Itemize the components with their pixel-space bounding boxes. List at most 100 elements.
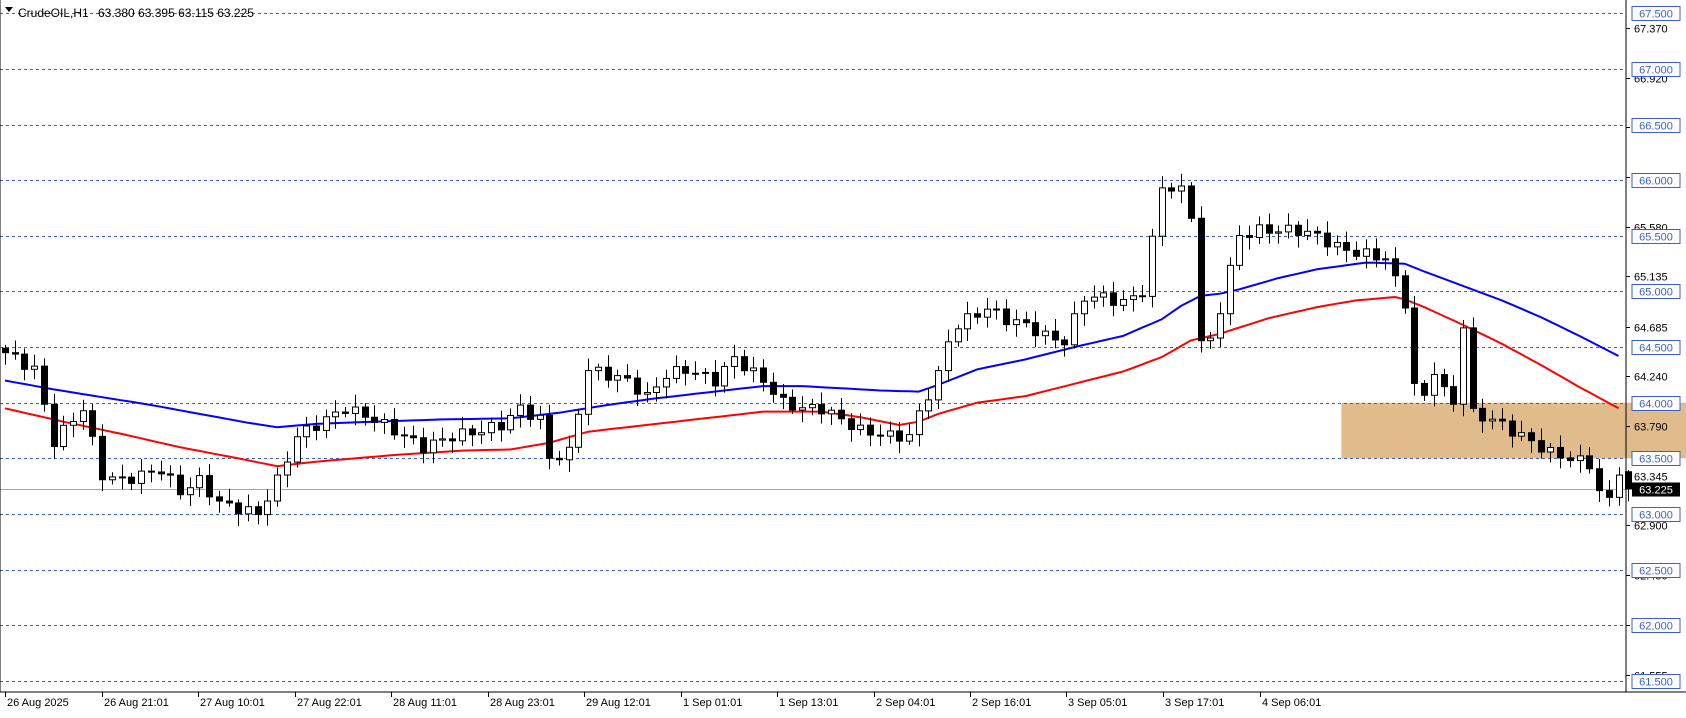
candle-body-up bbox=[1304, 230, 1311, 236]
candle-body-down bbox=[682, 366, 689, 374]
candle-body-up bbox=[644, 391, 651, 395]
level-label-text: 67.000 bbox=[1639, 65, 1673, 77]
level-label-text: 65.000 bbox=[1639, 287, 1673, 299]
candle-body-up bbox=[1382, 258, 1389, 261]
candle-body-up bbox=[1100, 292, 1107, 298]
time-tick-label: 28 Aug 23:01 bbox=[490, 697, 555, 709]
level-label-text: 62.500 bbox=[1639, 566, 1673, 578]
time-tick-label: 29 Aug 12:01 bbox=[586, 697, 651, 709]
candle-body-up bbox=[138, 470, 145, 484]
candle-body-down bbox=[342, 411, 349, 414]
price-chart[interactable]: 67.37066.92066.47566.03065.58065.13564.6… bbox=[0, 0, 1686, 713]
level-label: 66.500 bbox=[1631, 118, 1681, 133]
candle-body-down bbox=[371, 416, 378, 423]
ohlc-values: 63.380 63.395 63.115 63.225 bbox=[98, 6, 254, 20]
candle-body-up bbox=[537, 414, 544, 420]
chart-canvas[interactable]: 67.37066.92066.47566.03065.58065.13564.6… bbox=[0, 0, 1686, 713]
candle-body-up bbox=[1159, 187, 1166, 237]
chart-background bbox=[0, 0, 1686, 713]
candle-body-down bbox=[692, 372, 699, 375]
price-tick-label: 64.240 bbox=[1634, 372, 1668, 384]
candle-body-down bbox=[1441, 374, 1448, 388]
candle-body-up bbox=[984, 308, 991, 318]
candle-body-up bbox=[1120, 298, 1127, 306]
candle-body-down bbox=[1392, 258, 1399, 277]
candle-body-down bbox=[391, 419, 398, 436]
candle-body-up bbox=[702, 371, 709, 374]
candle-body-down bbox=[818, 404, 825, 415]
candle-body-down bbox=[974, 313, 981, 318]
candle-body-down bbox=[420, 437, 427, 454]
candle bbox=[1402, 270, 1409, 314]
candle-body-down bbox=[634, 377, 641, 395]
level-label: 65.000 bbox=[1631, 284, 1681, 299]
price-tick-label: 63.345 bbox=[1634, 472, 1668, 484]
level-label-text: 61.500 bbox=[1639, 677, 1673, 689]
candle-body-up bbox=[1071, 313, 1078, 346]
candle bbox=[1411, 295, 1418, 396]
candle-body-up bbox=[993, 308, 1000, 311]
level-label: 64.500 bbox=[1631, 340, 1681, 355]
candle-body-down bbox=[449, 438, 456, 442]
candle-body-down bbox=[1567, 457, 1574, 462]
candle-body-down bbox=[1450, 386, 1457, 405]
candle-body-up bbox=[245, 506, 252, 515]
candle-body-down bbox=[1509, 420, 1516, 437]
candle-body-down bbox=[410, 435, 417, 439]
candle-body-up bbox=[750, 367, 757, 372]
price-tick-label: 65.135 bbox=[1634, 272, 1668, 284]
level-label: 62.000 bbox=[1631, 618, 1681, 633]
candle-body-down bbox=[1411, 307, 1418, 384]
candle-body-down bbox=[712, 371, 719, 387]
candle-body-down bbox=[1528, 432, 1535, 442]
candle-body-up bbox=[439, 438, 446, 441]
price-tick-label: 67.370 bbox=[1634, 24, 1668, 36]
time-tick-label: 2 Sep 16:01 bbox=[972, 697, 1031, 709]
candle-body-up bbox=[1460, 327, 1467, 405]
candle-body-up bbox=[459, 428, 466, 442]
candle-body-down bbox=[1470, 327, 1477, 409]
candle-body-down bbox=[226, 500, 233, 504]
candle-body-up bbox=[955, 328, 962, 343]
candle-body-up bbox=[1256, 224, 1263, 238]
candle-body-down bbox=[235, 502, 242, 515]
candle-body-up bbox=[857, 424, 864, 431]
candle-body-down bbox=[1586, 455, 1593, 470]
price-tick-label: 62.900 bbox=[1634, 521, 1668, 533]
candle-body-up bbox=[488, 422, 495, 434]
candle-body-down bbox=[1266, 224, 1273, 234]
candle-body-up bbox=[323, 416, 330, 431]
candle-body-down bbox=[1314, 230, 1321, 234]
candle-body-down bbox=[1557, 446, 1564, 459]
level-label-text: 66.000 bbox=[1639, 176, 1673, 188]
candle-body-down bbox=[128, 476, 135, 484]
candle-body-up bbox=[1130, 295, 1137, 300]
symbol-label: CrudeOIL,H1 bbox=[18, 6, 89, 20]
candle-body-up bbox=[31, 365, 38, 370]
candle-body-up bbox=[731, 356, 738, 367]
candle-body-up bbox=[332, 411, 339, 418]
candle-body-up bbox=[478, 432, 485, 436]
candle-body-down bbox=[51, 403, 58, 448]
candle-body-up bbox=[1149, 235, 1156, 297]
candle-body-up bbox=[1616, 474, 1623, 498]
candle-body-down bbox=[469, 428, 476, 436]
candle-body-up bbox=[274, 474, 281, 502]
level-label-text: 63.000 bbox=[1639, 510, 1673, 522]
candle-body-down bbox=[741, 356, 748, 372]
candle-body-down bbox=[527, 404, 534, 420]
candle-body-up bbox=[595, 366, 602, 372]
level-label-text: 64.500 bbox=[1639, 343, 1673, 355]
candle-body-down bbox=[1188, 185, 1195, 219]
candle-body-up bbox=[1547, 446, 1554, 453]
level-label-text: 63.500 bbox=[1639, 454, 1673, 466]
candle-body-down bbox=[780, 393, 787, 398]
candle-body-down bbox=[1373, 248, 1380, 261]
candle-body-down bbox=[867, 424, 874, 436]
candle-body-down bbox=[119, 476, 126, 479]
candle-body-down bbox=[313, 425, 320, 431]
candle-body-down bbox=[167, 473, 174, 476]
candle-body-up bbox=[945, 341, 952, 372]
level-label: 63.000 bbox=[1631, 507, 1681, 522]
candle-body-up bbox=[1363, 248, 1370, 257]
